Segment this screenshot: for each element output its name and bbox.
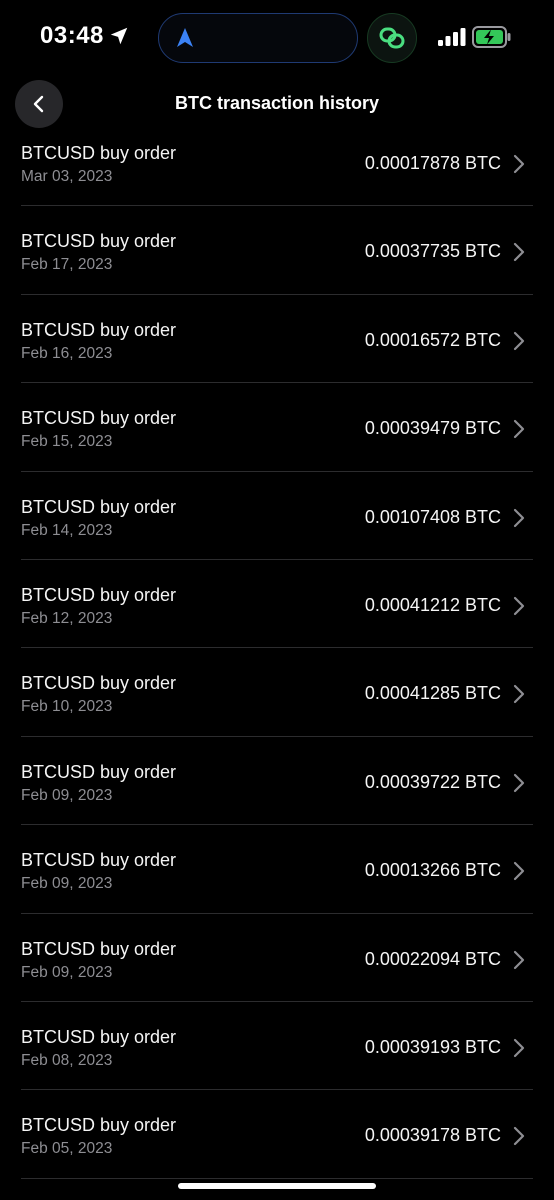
transaction-title: BTCUSD buy order [21,143,177,163]
transaction-title: BTCUSD buy order [21,761,177,782]
transaction-date: Feb 09, 2023 [21,963,113,981]
transaction-amount: 0.00017878 BTC [364,153,501,173]
transaction-amount: 0.00107408 BTC [364,506,501,527]
chevron-right-icon [513,596,525,616]
transaction-row[interactable]: BTCUSD buy order Feb 15, 2023 0.00039479… [21,383,533,472]
signal-icon [438,28,466,46]
chevron-right-icon [513,1127,525,1146]
chevron-right-icon [513,420,525,439]
location-arrow-icon [110,27,128,45]
transaction-row[interactable]: BTCUSD buy order Feb 09, 2023 0.00022094… [21,914,533,1002]
transaction-title: BTCUSD buy order [21,231,177,252]
chevron-right-icon [513,154,525,174]
transaction-date: Feb 16, 2023 [21,344,113,362]
time-group: 03:48 [40,22,130,50]
navigation-icon [177,28,193,47]
transaction-date: Feb 10, 2023 [21,698,113,716]
transaction-row[interactable]: BTCUSD buy order Feb 09, 2023 0.00039722… [21,737,533,826]
chevron-right-icon [513,773,525,792]
transaction-row[interactable]: BTCUSD buy order Feb 10, 2023 0.00041285… [21,648,533,737]
transaction-date: Mar 03, 2023 [21,168,113,185]
transaction-title: BTCUSD buy order [21,1115,177,1136]
transaction-title: BTCUSD buy order [21,408,177,429]
page-title: BTC transaction history [174,93,380,113]
home-indicator[interactable] [178,1183,376,1189]
transaction-row[interactable]: BTCUSD buy order Feb 09, 2023 0.00013266… [21,825,533,914]
transaction-amount: 0.00016572 BTC [364,329,501,350]
transaction-row[interactable]: BTCUSD buy order Feb 08, 2023 0.00039193… [21,1002,533,1091]
chevron-right-icon [513,950,525,969]
transaction-row[interactable]: BTCUSD buy order Feb 05, 2023 0.00039178… [21,1090,533,1179]
transaction-title: BTCUSD buy order [21,1026,177,1047]
transaction-date: Feb 15, 2023 [21,433,113,451]
transaction-amount: 0.00037735 BTC [364,241,501,262]
chevron-right-icon [513,862,525,881]
dynamic-island[interactable] [158,13,358,63]
linked-rings-icon [379,27,405,49]
transaction-row[interactable]: BTCUSD buy order Feb 16, 2023 0.00016572… [21,295,533,384]
transaction-amount: 0.00039722 BTC [364,771,501,792]
transaction-title: BTCUSD buy order [21,319,177,340]
chevron-right-icon [513,331,525,350]
transaction-date: Feb 08, 2023 [21,1051,113,1069]
transaction-list: BTCUSD buy order Mar 03, 2023 0.00017878… [0,118,554,1179]
transaction-row[interactable]: BTCUSD buy order Feb 12, 2023 0.00041212… [21,560,533,649]
chevron-right-icon [513,685,525,704]
transaction-title: BTCUSD buy order [21,850,177,871]
transaction-amount: 0.00041285 BTC [364,683,501,704]
transaction-title: BTCUSD buy order [21,673,177,694]
transaction-amount: 0.00039193 BTC [364,1036,501,1057]
transaction-title: BTCUSD buy order [21,938,177,959]
transaction-title: BTCUSD buy order [21,496,177,517]
transaction-title: BTCUSD buy order [21,584,177,605]
transaction-amount: 0.00039479 BTC [364,418,501,439]
chevron-right-icon [513,1038,525,1058]
transaction-row[interactable]: BTCUSD buy order Feb 14, 2023 0.00107408… [21,472,533,560]
transaction-date: Feb 17, 2023 [21,256,113,274]
transaction-date: Feb 14, 2023 [21,521,113,539]
transaction-amount: 0.00022094 BTC [364,948,501,969]
transaction-amount: 0.00013266 BTC [364,860,501,881]
battery-charging-icon [472,26,511,48]
transaction-amount: 0.00041212 BTC [364,594,501,615]
status-time: 03:48 [40,22,104,49]
transaction-date: Feb 09, 2023 [21,786,113,804]
chevron-right-icon [513,243,525,262]
transaction-row[interactable]: BTCUSD buy order Feb 17, 2023 0.00037735… [21,206,533,295]
transaction-date: Feb 09, 2023 [21,875,113,893]
chevron-right-icon [513,508,525,527]
transaction-date: Feb 12, 2023 [21,609,113,627]
transaction-date: Feb 05, 2023 [21,1140,113,1158]
transaction-amount: 0.00039178 BTC [364,1125,501,1146]
transaction-row[interactable]: BTCUSD buy order Mar 03, 2023 0.00017878… [21,118,533,207]
status-bar: 03:48 [0,0,554,76]
linked-app-indicator[interactable] [367,13,417,63]
